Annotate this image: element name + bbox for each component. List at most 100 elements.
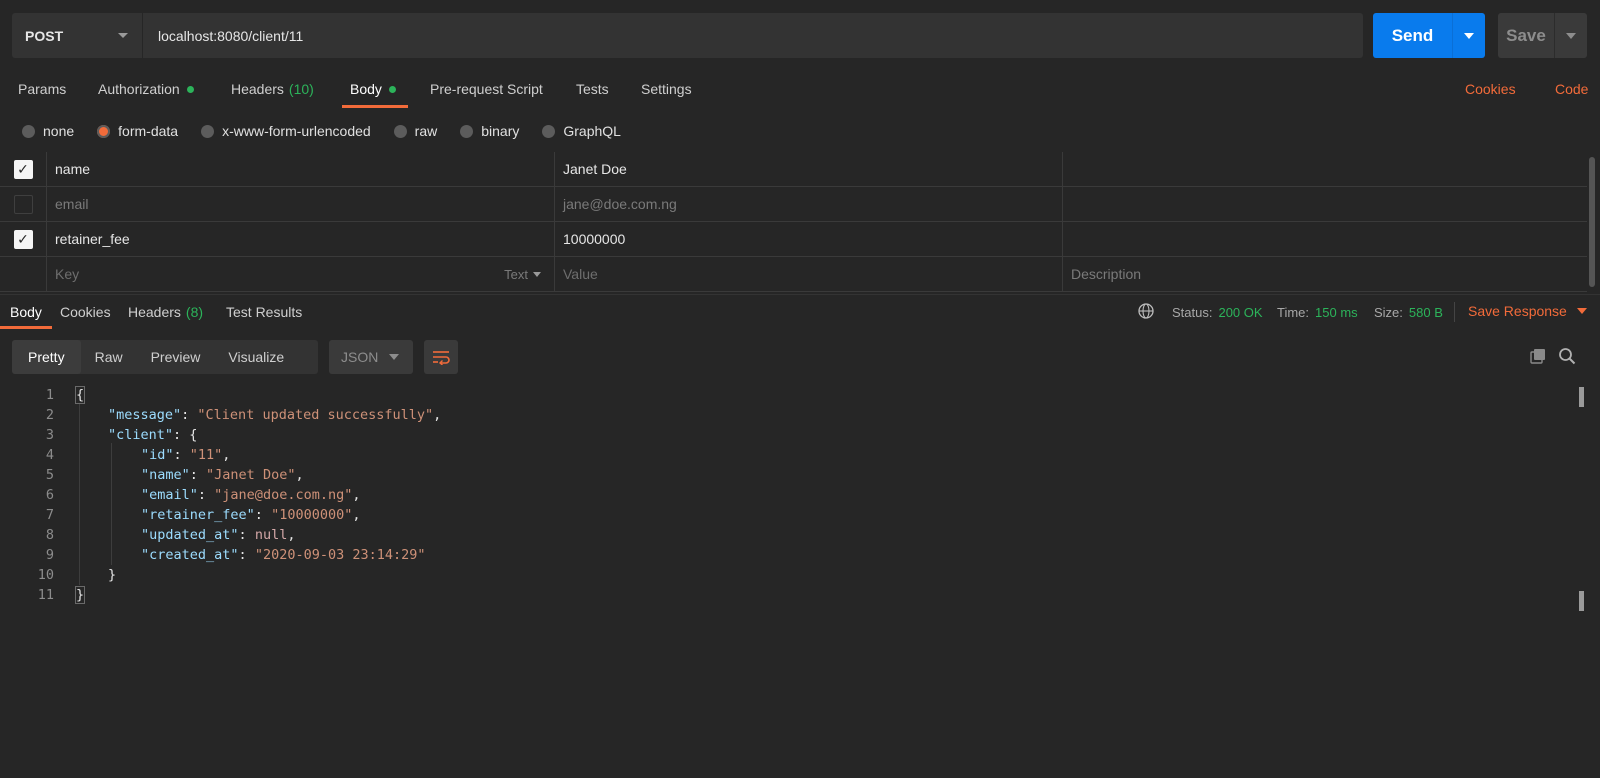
code-link[interactable]: Code — [1555, 70, 1588, 108]
code-line: 6 "email": "jane@doe.com.ng", — [45, 487, 361, 503]
copy-icon[interactable] — [1529, 347, 1547, 365]
code-line: 5 "name": "Janet Doe", — [45, 467, 304, 483]
method-select[interactable]: POST — [12, 13, 143, 58]
method-label: POST — [25, 27, 64, 44]
row-checkbox[interactable] — [13, 194, 33, 214]
send-button[interactable]: Send — [1373, 13, 1485, 58]
status-info: Status: 200 OK — [1172, 304, 1263, 320]
tab-body[interactable]: Body — [342, 70, 408, 108]
tab-tests[interactable]: Tests — [576, 70, 609, 108]
tab-settings[interactable]: Settings — [641, 70, 692, 108]
row-checkbox[interactable]: ✓ — [13, 229, 33, 249]
send-label[interactable]: Send — [1373, 13, 1452, 58]
value-cell[interactable]: jane@doe.com.ng — [555, 187, 1063, 221]
search-icon[interactable] — [1558, 347, 1576, 365]
format-select[interactable]: JSON — [329, 340, 413, 374]
radio-graphql[interactable]: GraphQL — [542, 123, 621, 139]
code-line: 7 "retainer_fee": "10000000", — [45, 507, 361, 523]
radio-raw[interactable]: raw — [393, 123, 437, 139]
table-row: ✓ retainer_fee 10000000 — [0, 222, 1587, 257]
description-cell[interactable] — [1063, 222, 1587, 256]
radio-urlencoded[interactable]: x-www-form-urlencoded — [201, 123, 371, 139]
table-row: email jane@doe.com.ng — [0, 187, 1587, 222]
code-line: 3 "client": { — [45, 427, 198, 443]
tab-response-body[interactable]: Body — [0, 295, 52, 329]
type-select[interactable]: Text — [504, 267, 541, 282]
status-dot — [388, 85, 396, 93]
radio-binary[interactable]: binary — [460, 123, 519, 139]
value-cell[interactable]: 10000000 — [555, 222, 1063, 256]
key-input[interactable]: Key Text — [47, 257, 555, 291]
radio-circle-selected — [97, 124, 111, 138]
chevron-down-icon — [1464, 32, 1474, 39]
tab-params[interactable]: Params — [18, 70, 66, 108]
request-tabs: Params Authorization Headers (10) Body Pr… — [0, 70, 1600, 108]
send-dropdown[interactable] — [1452, 13, 1485, 58]
code-line: 1 { — [45, 386, 86, 404]
radio-circle — [460, 124, 474, 138]
table-row: ✓ name Janet Doe — [0, 152, 1587, 187]
description-input[interactable]: Description — [1063, 257, 1587, 291]
divider — [1454, 302, 1455, 322]
code-line: 10 } — [37, 567, 117, 583]
view-visualize[interactable]: Visualize — [214, 340, 298, 374]
code-line: 11 } — [37, 586, 86, 604]
code-line: 2 "message": "Client updated successfull… — [45, 407, 442, 423]
globe-icon[interactable] — [1138, 303, 1154, 319]
tab-authorization[interactable]: Authorization — [98, 70, 194, 108]
form-data-table: ✓ name Janet Doe email jane@doe.com.ng ✓… — [0, 152, 1587, 292]
cookies-link[interactable]: Cookies — [1465, 70, 1516, 108]
save-response-button[interactable]: Save Response — [1468, 294, 1587, 328]
status-badge: 200 OK — [1218, 304, 1263, 320]
wrap-lines-icon — [433, 351, 450, 365]
radio-circle — [22, 124, 35, 138]
request-bar: POST localhost:8080/client/11 — [12, 13, 1363, 58]
status-dot — [186, 85, 194, 93]
tab-response-headers[interactable]: Headers (8) — [128, 295, 203, 329]
wrap-lines-button[interactable] — [424, 340, 458, 374]
radio-form-data[interactable]: form-data — [97, 123, 178, 139]
time-value: 150 ms — [1315, 304, 1358, 320]
description-cell[interactable] — [1063, 187, 1587, 221]
table-row-new: Key Text Value Description — [0, 257, 1587, 292]
time-info: Time: 150 ms — [1277, 304, 1358, 320]
code-line: 4 "id": "11", — [45, 447, 231, 463]
description-cell[interactable] — [1063, 152, 1587, 186]
radio-circle — [393, 124, 407, 138]
key-cell[interactable]: email — [47, 187, 555, 221]
value-input[interactable]: Value — [555, 257, 1063, 291]
body-type-radios: none form-data x-www-form-urlencoded raw… — [22, 120, 644, 142]
value-cell[interactable]: Janet Doe — [555, 152, 1063, 186]
radio-circle — [201, 124, 215, 138]
code-scrollbar[interactable] — [1579, 387, 1584, 407]
tab-test-results[interactable]: Test Results — [226, 295, 302, 329]
size-info: Size: 580 B — [1374, 304, 1443, 320]
row-checkbox[interactable]: ✓ — [13, 159, 33, 179]
chevron-down-icon — [389, 354, 399, 360]
view-preview[interactable]: Preview — [137, 340, 215, 374]
tab-response-cookies[interactable]: Cookies — [60, 295, 111, 329]
view-mode-group: Pretty Raw Preview Visualize — [12, 340, 318, 374]
key-cell[interactable]: name — [47, 152, 555, 186]
response-code-viewer[interactable]: 1 { 2 "message": "Client updated success… — [0, 385, 1600, 778]
view-raw[interactable]: Raw — [81, 340, 137, 374]
chevron-down-icon — [1566, 32, 1576, 39]
table-scrollbar[interactable] — [1589, 157, 1595, 287]
save-label[interactable]: Save — [1498, 13, 1554, 58]
save-dropdown[interactable] — [1554, 13, 1587, 58]
key-cell[interactable]: retainer_fee — [47, 222, 555, 256]
radio-none[interactable]: none — [22, 123, 74, 139]
size-value: 580 B — [1408, 304, 1443, 320]
radio-circle — [542, 124, 556, 138]
url-input[interactable]: localhost:8080/client/11 — [143, 28, 303, 44]
tab-headers[interactable]: Headers (10) — [231, 70, 314, 108]
chevron-down-icon — [533, 271, 541, 277]
code-line: 9 "created_at": "2020-09-03 23:14:29" — [45, 547, 426, 563]
tab-pre-request-script[interactable]: Pre-request Script — [430, 70, 543, 108]
chevron-down-icon — [118, 33, 128, 38]
save-button[interactable]: Save — [1498, 13, 1587, 58]
view-pretty[interactable]: Pretty — [12, 340, 81, 374]
code-line: 8 "updated_at": null, — [45, 527, 296, 543]
chevron-down-icon — [1576, 308, 1587, 314]
code-scrollbar-marker — [1579, 591, 1584, 611]
